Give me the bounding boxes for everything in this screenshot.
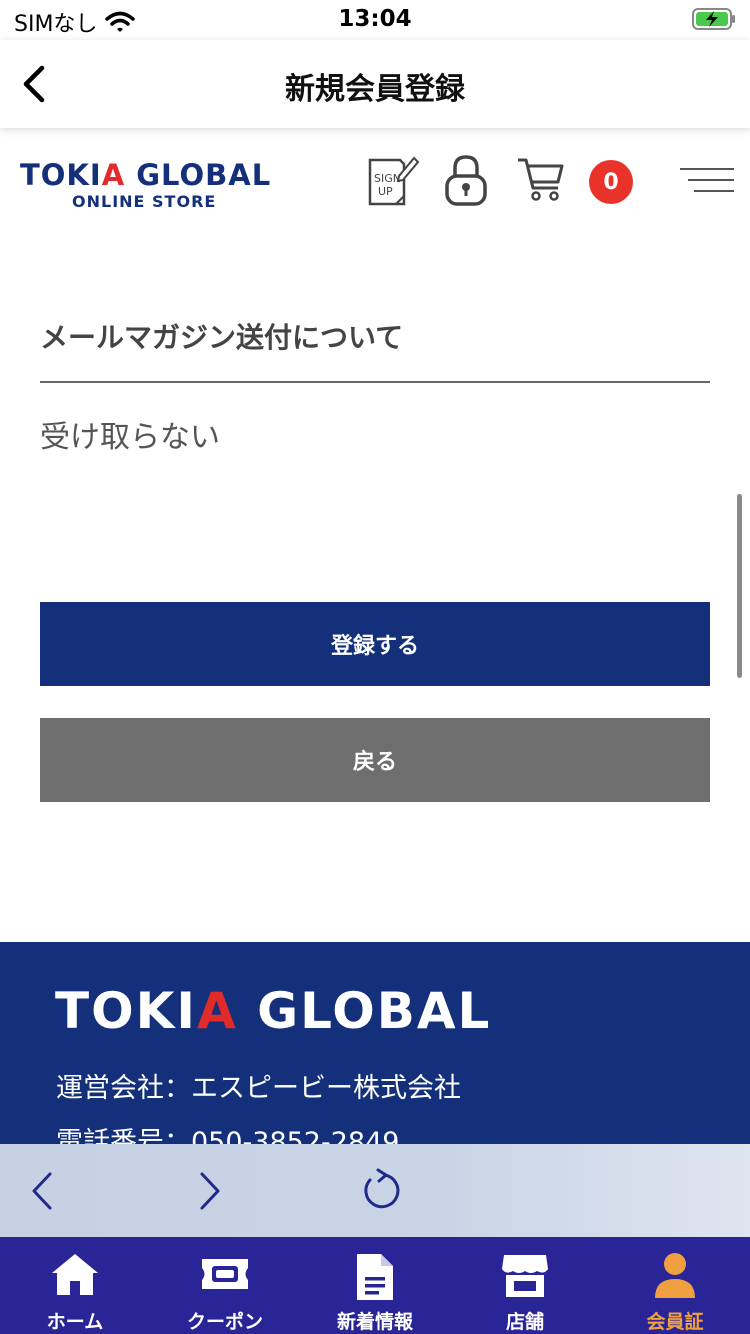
store-icon <box>502 1255 548 1297</box>
newsletter-value: 受け取らない <box>40 420 220 455</box>
cart-count-badge: 0 <box>589 160 633 204</box>
footer-logo-text-1: TOKI <box>55 982 197 1040</box>
logo-text-2: GLOBAL <box>125 158 272 192</box>
back-button[interactable]: 戻る <box>40 718 710 802</box>
site-footer: TOKIA GLOBAL 運営会社：エスピービー株式会社 電話番号：050-38… <box>0 942 750 1158</box>
status-bar: SIMなし 13:04 <box>0 0 750 40</box>
section-divider <box>40 381 710 383</box>
scroll-indicator[interactable] <box>737 494 742 678</box>
tab-coupon[interactable]: クーポン <box>150 1237 300 1334</box>
newsletter-heading: メールマガジン送付について <box>40 321 404 354</box>
tab-label-coupon: クーポン <box>186 1311 263 1333</box>
lock-icon[interactable] <box>444 154 488 208</box>
tab-label-store: 店舗 <box>505 1311 544 1333</box>
navigation-bar: 新規会員登録 <box>0 40 750 128</box>
sign-up-icon-text-bottom: UP <box>378 185 393 198</box>
footer-logo-accent: A <box>196 982 238 1040</box>
browser-toolbar <box>0 1144 750 1238</box>
store-logo[interactable]: TOKIA GLOBAL <box>20 158 271 192</box>
hamburger-menu-icon[interactable] <box>680 168 734 198</box>
tab-home[interactable]: ホーム <box>0 1237 150 1334</box>
bottom-tab-bar: ホーム クーポン 新着情報 店舗 会員証 <box>0 1237 750 1334</box>
store-logo-subtitle: ONLINE STORE <box>72 192 217 211</box>
document-icon <box>357 1254 393 1300</box>
site-header: TOKIA GLOBAL ONLINE STORE SIGN UP 0 <box>0 130 750 230</box>
footer-logo: TOKIA GLOBAL <box>55 982 491 1040</box>
tab-news[interactable]: 新着情報 <box>300 1237 450 1334</box>
register-button[interactable]: 登録する <box>40 602 710 686</box>
logo-text-1: TOKI <box>20 158 102 192</box>
tab-label-member-card: 会員証 <box>646 1311 704 1333</box>
browser-back-icon[interactable] <box>26 1166 58 1216</box>
tab-store[interactable]: 店舗 <box>450 1237 600 1334</box>
member-icon <box>655 1253 695 1298</box>
browser-forward-icon[interactable] <box>194 1166 226 1216</box>
status-time: 13:04 <box>338 6 412 32</box>
sign-up-icon[interactable]: SIGN UP <box>366 154 420 210</box>
page-title: 新規会員登録 <box>285 72 465 107</box>
coupon-icon <box>202 1259 248 1289</box>
footer-company: 運営会社：エスピービー株式会社 <box>56 1073 461 1104</box>
home-icon <box>52 1254 98 1295</box>
battery-charging-icon <box>692 8 735 30</box>
tab-label-news: 新着情報 <box>336 1311 413 1333</box>
tab-label-home: ホーム <box>46 1311 104 1333</box>
reload-icon[interactable] <box>358 1166 404 1216</box>
logo-text-accent: A <box>101 158 126 192</box>
sign-up-icon-text-top: SIGN <box>374 172 401 185</box>
tab-member-card[interactable]: 会員証 <box>600 1237 750 1334</box>
cart-icon[interactable] <box>516 154 566 204</box>
footer-logo-text-2: GLOBAL <box>237 982 492 1040</box>
